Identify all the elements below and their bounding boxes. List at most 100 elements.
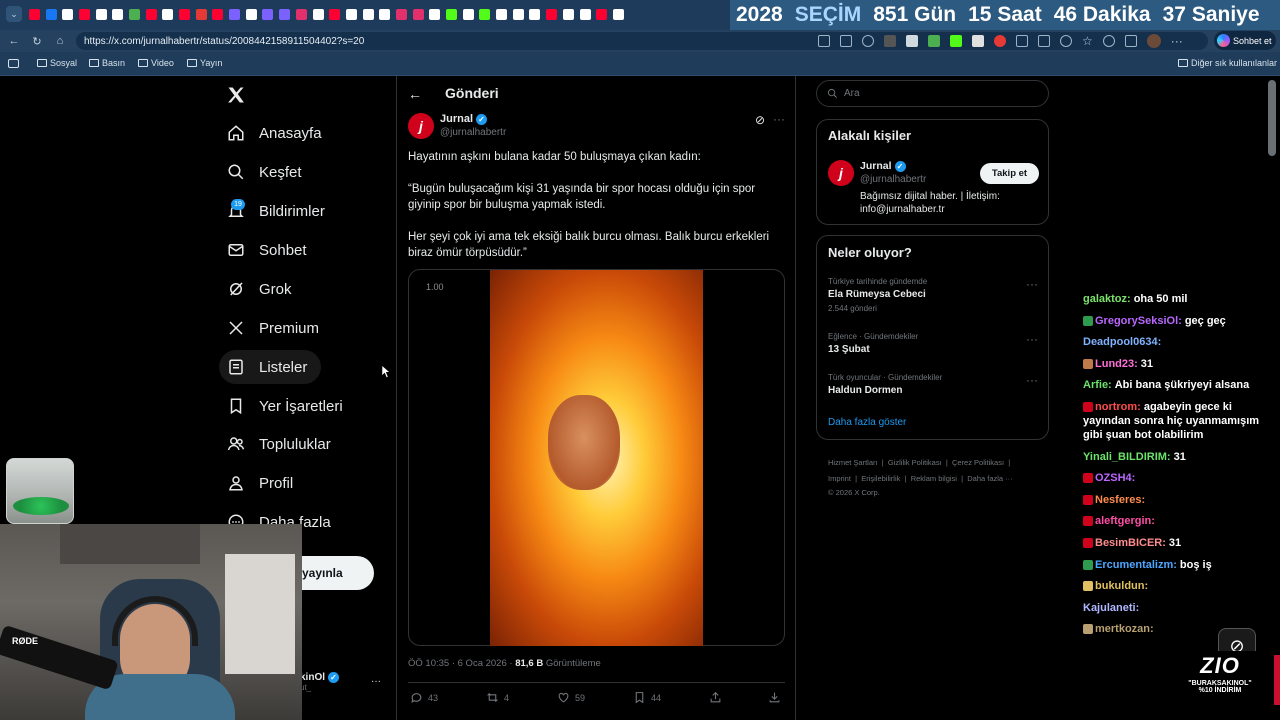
extension-icon[interactable] [840, 35, 852, 47]
search-input[interactable]: Ara [816, 80, 1049, 107]
browser-tab[interactable] [93, 6, 110, 22]
footer-link[interactable]: Gizlilik Politikası [888, 458, 942, 467]
trend-item[interactable]: Türkiye tarihinde gündemde Ela Rümeysa C… [828, 277, 1038, 313]
browser-tab[interactable] [543, 6, 560, 22]
extension-icon[interactable] [862, 35, 874, 47]
nav-home[interactable]: Anasayfa [219, 116, 336, 150]
home-button-icon[interactable]: ⌂ [52, 33, 68, 49]
browser-tab[interactable] [560, 6, 577, 22]
like-button[interactable]: 59 [557, 691, 585, 704]
post-more-icon[interactable]: ··· [773, 112, 785, 126]
reply-button[interactable]: 43 [410, 691, 438, 704]
browser-tab[interactable] [510, 6, 527, 22]
browser-tab[interactable] [577, 6, 594, 22]
browser-tab[interactable] [43, 6, 60, 22]
favorites-star-icon[interactable]: ☆ [1082, 34, 1093, 48]
account-switcher[interactable]: kinOl ✓ ut_ ··· [300, 672, 390, 702]
nav-chat[interactable]: Sohbet [219, 233, 321, 267]
browser-tab[interactable] [493, 6, 510, 22]
related-handle[interactable]: @jurnalhabertr [860, 174, 926, 185]
extension-icon[interactable] [928, 35, 940, 47]
tab-strip[interactable] [26, 6, 627, 24]
trend-more-icon[interactable]: ··· [1026, 373, 1038, 387]
page-scrollbar[interactable] [1268, 80, 1276, 156]
extension-icon[interactable] [994, 35, 1006, 47]
bookmark-button[interactable]: 44 [633, 691, 661, 704]
extension-icon[interactable] [1102, 35, 1115, 47]
browser-tab[interactable] [276, 6, 293, 22]
browser-tab[interactable] [593, 6, 610, 22]
extension-icon[interactable] [818, 35, 830, 47]
browser-tab[interactable] [393, 6, 410, 22]
back-arrow-icon[interactable]: ← [408, 86, 422, 102]
toolbar-extensions[interactable]: ☆ ··· [818, 34, 1208, 48]
follow-button[interactable]: Takip et [980, 163, 1039, 184]
tab-menu-button[interactable]: ⌄ [6, 6, 22, 22]
more-menu-icon[interactable]: ··· [1171, 34, 1183, 48]
browser-tab[interactable] [76, 6, 93, 22]
footer-link[interactable]: Hizmet Şartları [828, 458, 878, 467]
show-more-link[interactable]: Daha fazla göster [828, 417, 906, 428]
browser-tab[interactable] [59, 6, 76, 22]
trend-more-icon[interactable]: ··· [1026, 277, 1038, 291]
share-button[interactable] [709, 691, 722, 704]
bookmark-folder-yayin[interactable]: Yayın [187, 58, 222, 68]
nav-premium[interactable]: Premium [219, 311, 333, 345]
browser-tab[interactable] [193, 6, 210, 22]
trend-more-icon[interactable]: ··· [1026, 332, 1038, 346]
extension-icon[interactable] [1038, 35, 1050, 47]
extension-icon[interactable] [972, 35, 984, 47]
download-button[interactable] [768, 691, 781, 704]
video-speed-label[interactable]: 1.00 [426, 282, 444, 292]
browser-tab[interactable] [527, 6, 544, 22]
back-arrow-icon[interactable]: ← [6, 33, 22, 49]
browser-tab[interactable] [109, 6, 126, 22]
browser-tab[interactable] [26, 6, 43, 22]
browser-tab[interactable] [360, 6, 377, 22]
footer-link[interactable]: Çerez Politikası [952, 458, 1004, 467]
footer-link[interactable]: Imprint [828, 474, 851, 483]
bookmark-folder-sosyal[interactable]: Sosyal [37, 58, 77, 68]
browser-tab[interactable] [243, 6, 260, 22]
browser-tab[interactable] [460, 6, 477, 22]
nav-explore[interactable]: Keşfet [219, 155, 316, 189]
reload-icon[interactable]: ↻ [29, 33, 45, 49]
grok-explain-icon[interactable]: ⊘ [755, 113, 765, 127]
browser-tab[interactable] [160, 6, 177, 22]
browser-tab[interactable] [260, 6, 277, 22]
nav-lists[interactable]: Listeler [219, 350, 322, 384]
footer-link[interactable]: Reklam bilgisi [911, 474, 957, 483]
browser-tab[interactable] [443, 6, 460, 22]
browser-tab[interactable] [293, 6, 310, 22]
copilot-chat-button[interactable]: Sohbet et [1214, 31, 1276, 50]
bookmarks-menu-icon[interactable] [8, 59, 19, 68]
footer-link[interactable]: Daha fazla ··· [967, 474, 1012, 483]
browser-tab[interactable] [210, 6, 227, 22]
account-menu-icon[interactable]: ··· [371, 676, 381, 687]
repost-button[interactable]: 4 [486, 691, 509, 704]
extension-icon[interactable] [906, 35, 918, 47]
extension-icon[interactable] [950, 35, 962, 47]
trend-item[interactable]: Eğlence · Gündemdekiler 13 Şubat ··· [828, 332, 1038, 355]
browser-tab[interactable] [376, 6, 393, 22]
author-handle[interactable]: @jurnalhabertr [440, 127, 506, 138]
browser-tab[interactable] [326, 6, 343, 22]
related-name[interactable]: Jurnal ✓ [860, 160, 906, 172]
related-avatar[interactable]: j [828, 160, 854, 186]
browser-tab[interactable] [610, 6, 627, 22]
browser-tab[interactable] [343, 6, 360, 22]
browser-tab[interactable] [176, 6, 193, 22]
bookmark-folder-basin[interactable]: Basın [89, 58, 125, 68]
browser-tab[interactable] [477, 6, 494, 22]
extension-icon[interactable] [884, 35, 896, 47]
browser-tab[interactable] [126, 6, 143, 22]
x-logo-icon[interactable] [226, 85, 246, 105]
browser-tab[interactable] [410, 6, 427, 22]
browser-tab[interactable] [310, 6, 327, 22]
browser-tab[interactable] [143, 6, 160, 22]
extension-icon[interactable] [1124, 35, 1137, 47]
nav-profile[interactable]: Profil [219, 466, 307, 500]
browser-tab[interactable] [226, 6, 243, 22]
extension-icon[interactable] [1016, 35, 1028, 47]
extension-icon[interactable] [1060, 35, 1072, 47]
